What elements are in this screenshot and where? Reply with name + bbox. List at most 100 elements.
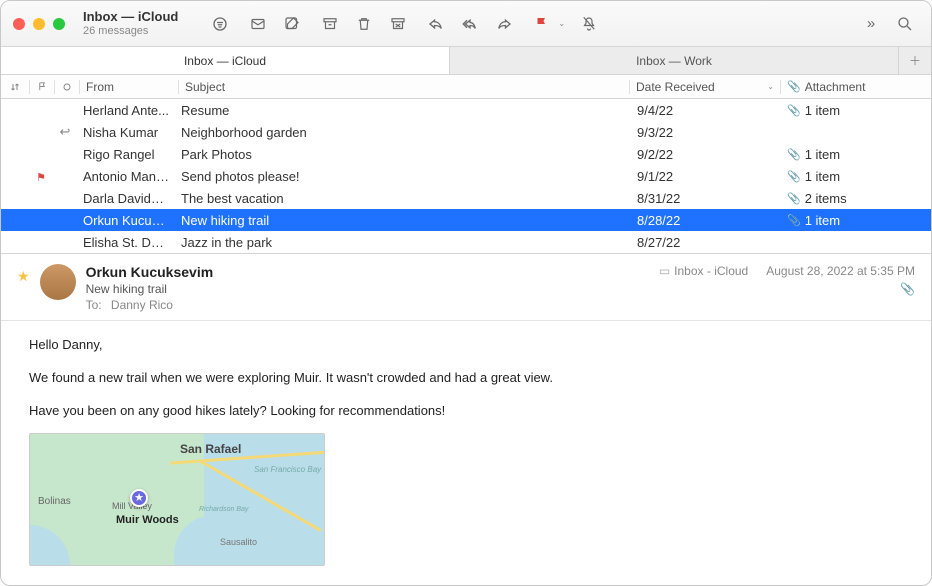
get-mail-button[interactable]: [244, 13, 272, 35]
mute-button[interactable]: [575, 13, 603, 35]
compose-button[interactable]: [278, 13, 306, 35]
tab-inbox-work[interactable]: Inbox — Work: [450, 47, 899, 74]
chevron-down-icon: ⌄: [767, 82, 774, 91]
flag-button[interactable]: [528, 13, 556, 35]
paperclip-icon: 📎: [787, 104, 801, 117]
map-label-san-rafael: San Rafael: [180, 440, 241, 459]
row-attachment: 📎2 items: [781, 191, 931, 206]
add-tab-button[interactable]: ＋: [899, 47, 931, 74]
column-headers: From Subject Date Received ⌄ 📎 Attachmen…: [1, 75, 931, 99]
tab-label: Inbox — iCloud: [184, 54, 266, 68]
minimize-window-button[interactable]: [33, 18, 45, 30]
row-subject: The best vacation: [175, 191, 631, 206]
preview-to-name[interactable]: Danny Rico: [111, 298, 173, 312]
reply-button[interactable]: [422, 13, 450, 35]
map-label-bolinas: Bolinas: [38, 494, 71, 510]
row-attachment: 📎1 item: [781, 213, 931, 228]
message-row[interactable]: ↩Nisha KumarNeighborhood garden9/3/22: [1, 121, 931, 143]
row-date: 9/2/22: [631, 147, 781, 162]
message-row[interactable]: Herland Ante...Resume9/4/22📎1 item: [1, 99, 931, 121]
filter-button[interactable]: [206, 13, 234, 35]
close-window-button[interactable]: [13, 18, 25, 30]
row-attachment: 📎1 item: [781, 103, 931, 118]
map-label-richardson-bay: Richardson Bay: [199, 504, 239, 515]
subject-column-header[interactable]: Subject: [179, 80, 629, 94]
paperclip-icon: 📎: [787, 80, 801, 93]
row-subject: Neighborhood garden: [175, 125, 631, 140]
body-paragraph: Have you been on any good hikes lately? …: [29, 401, 903, 422]
window-title-group: Inbox — iCloud 26 messages: [83, 9, 178, 38]
map-attachment[interactable]: San Rafael Bolinas Mill Valley Sausalito…: [29, 433, 325, 566]
traffic-lights: [13, 18, 65, 30]
preview-datetime: August 28, 2022 at 5:35 PM: [766, 264, 915, 278]
row-date: 9/1/22: [631, 169, 781, 184]
date-column-header[interactable]: Date Received ⌄: [630, 80, 780, 94]
map-label-sf-bay: San Francisco Bay: [254, 464, 304, 477]
window-subtitle: 26 messages: [83, 25, 178, 38]
titlebar: Inbox — iCloud 26 messages: [1, 1, 931, 47]
search-button[interactable]: [891, 13, 919, 35]
row-from: Darla Davidson: [77, 191, 175, 206]
row-date: 8/28/22: [631, 213, 781, 228]
map-pin-label: Muir Woods: [116, 512, 179, 530]
star-icon[interactable]: ★: [17, 268, 30, 312]
row-flag-icon: ⚑: [29, 169, 53, 184]
preview-sender: Orkun Kucuksevim: [86, 264, 649, 280]
attachment-column-header[interactable]: 📎 Attachment: [781, 80, 931, 94]
archive-button[interactable]: [316, 13, 344, 35]
message-list: Herland Ante...Resume9/4/22📎1 item↩Nisha…: [1, 99, 931, 253]
reply-all-button[interactable]: [456, 13, 484, 35]
from-column-header[interactable]: From: [80, 80, 178, 94]
row-from: Nisha Kumar: [77, 125, 175, 140]
paperclip-icon: 📎: [787, 192, 801, 205]
message-row[interactable]: ⚑Antonio Manri...Send photos please!9/1/…: [1, 165, 931, 187]
message-row[interactable]: Elisha St. DenisJazz in the park8/27/22: [1, 231, 931, 253]
row-from: Orkun Kucuks...: [77, 213, 175, 228]
toolbar: ⌄ »: [206, 13, 919, 35]
row-date: 8/31/22: [631, 191, 781, 206]
message-row[interactable]: Rigo RangelPark Photos9/2/22📎1 item: [1, 143, 931, 165]
forward-button[interactable]: [490, 13, 518, 35]
sort-column-button[interactable]: [1, 81, 29, 93]
preview-subject: New hiking trail: [86, 282, 649, 296]
map-label-sausalito: Sausalito: [220, 535, 257, 549]
paperclip-icon: 📎: [900, 282, 915, 296]
preview-body: Hello Danny, We found a new trail when w…: [1, 321, 931, 580]
junk-button[interactable]: [384, 13, 412, 35]
row-attachment: 📎1 item: [781, 147, 931, 162]
row-date: 8/27/22: [631, 235, 781, 250]
row-subject: Jazz in the park: [175, 235, 631, 250]
row-from: Rigo Rangel: [77, 147, 175, 162]
more-tools-button[interactable]: »: [857, 13, 885, 35]
message-row[interactable]: Darla DavidsonThe best vacation8/31/22📎2…: [1, 187, 931, 209]
zoom-window-button[interactable]: [53, 18, 65, 30]
folder-icon: ▭: [659, 264, 670, 278]
row-from: Herland Ante...: [77, 103, 175, 118]
tab-label: Inbox — Work: [636, 54, 712, 68]
preview-header: ★ Orkun Kucuksevim New hiking trail To: …: [1, 254, 931, 321]
flag-column-header[interactable]: [30, 81, 54, 92]
flag-dropdown-caret[interactable]: ⌄: [558, 19, 565, 28]
delete-button[interactable]: [350, 13, 378, 35]
message-row[interactable]: Orkun Kucuks...New hiking trail8/28/22📎1…: [1, 209, 931, 231]
avatar[interactable]: [40, 264, 76, 300]
read-column-header[interactable]: [55, 83, 79, 91]
row-from: Elisha St. Denis: [77, 235, 175, 250]
row-attachment: 📎1 item: [781, 169, 931, 184]
paperclip-icon: 📎: [787, 214, 801, 227]
tab-inbox-icloud[interactable]: Inbox — iCloud: [1, 47, 450, 74]
tab-strip: Inbox — iCloud Inbox — Work ＋: [1, 47, 931, 75]
window-title: Inbox — iCloud: [83, 9, 178, 25]
row-replied-icon: ↩: [53, 124, 77, 140]
row-date: 9/3/22: [631, 125, 781, 140]
row-date: 9/4/22: [631, 103, 781, 118]
body-paragraph: We found a new trail when we were explor…: [29, 368, 903, 389]
paperclip-icon: 📎: [787, 148, 801, 161]
preview-folder[interactable]: ▭ Inbox - iCloud: [659, 264, 748, 278]
row-subject: New hiking trail: [175, 213, 631, 228]
row-subject: Park Photos: [175, 147, 631, 162]
row-subject: Send photos please!: [175, 169, 631, 184]
paperclip-icon: 📎: [787, 170, 801, 183]
body-paragraph: Hello Danny,: [29, 335, 903, 356]
preview-pane: ★ Orkun Kucuksevim New hiking trail To: …: [1, 254, 931, 585]
